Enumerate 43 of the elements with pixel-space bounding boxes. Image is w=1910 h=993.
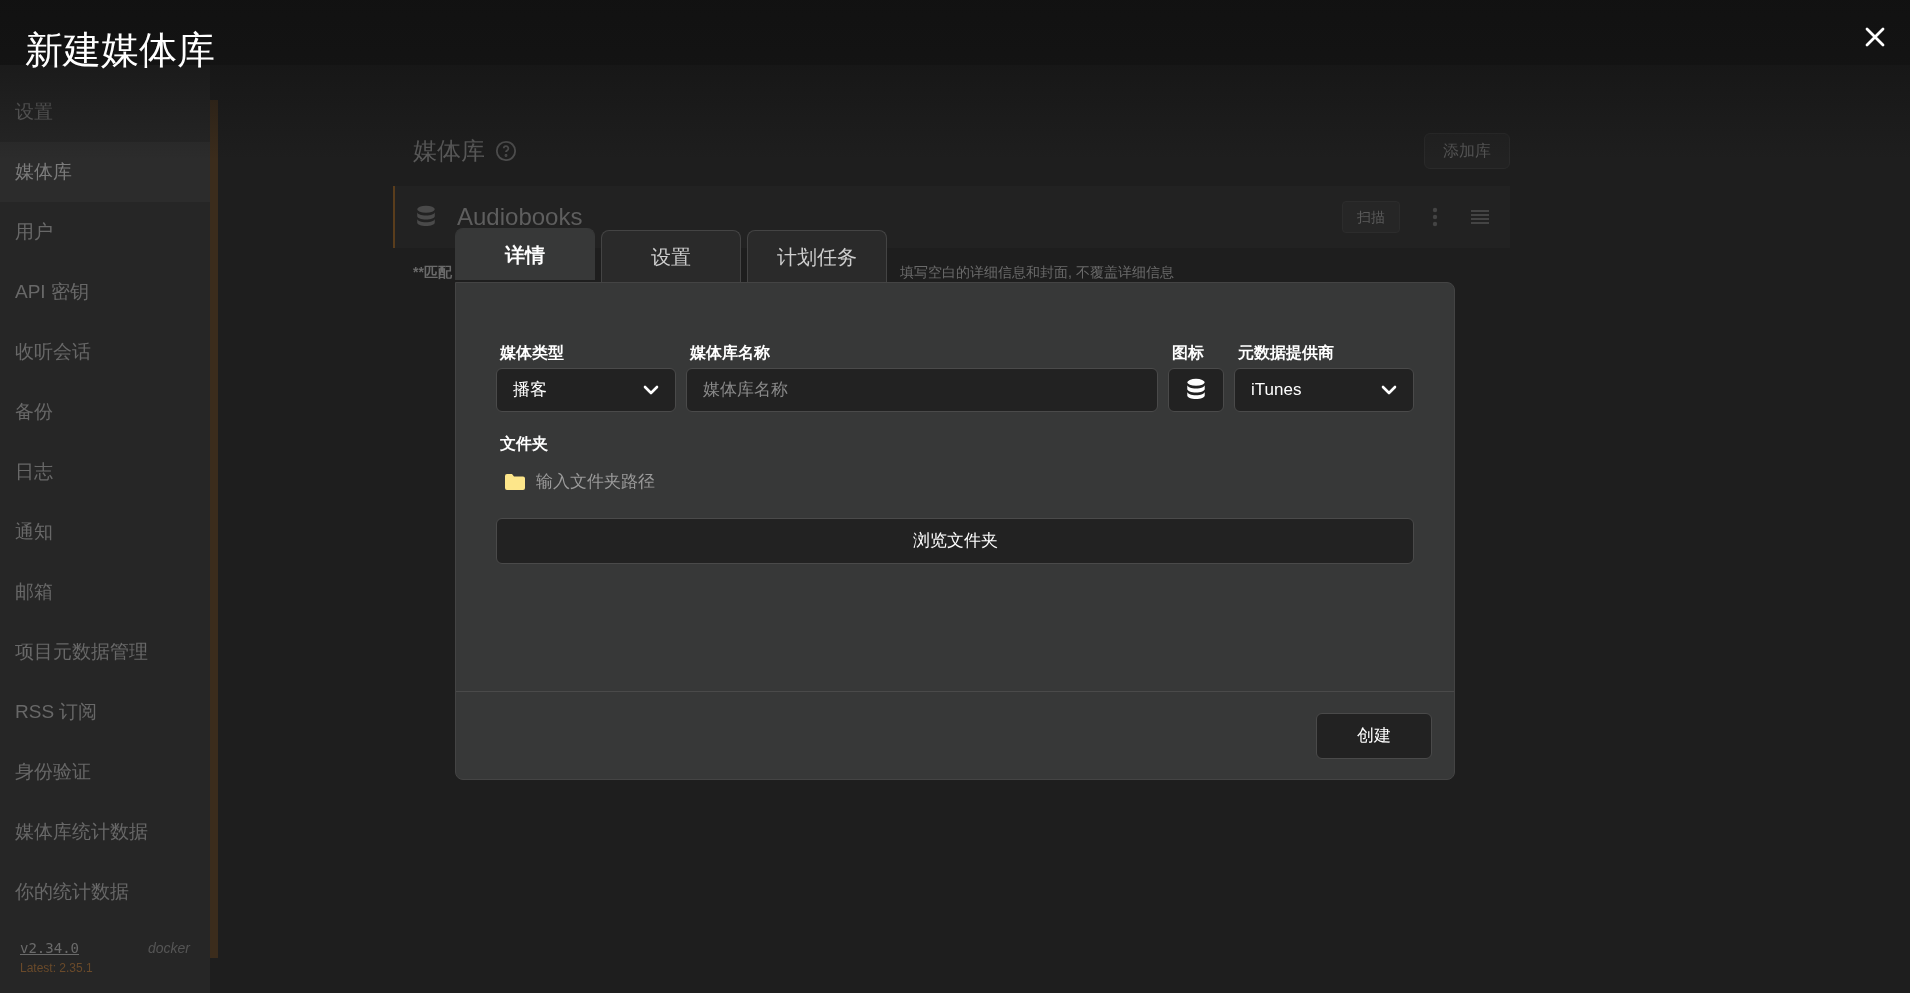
scrollbar[interactable] [210,100,218,958]
field-label: 元数据提供商 [1237,343,1335,363]
page-title: 媒体库 [413,136,485,166]
sidebar-item[interactable]: 邮箱 [0,562,210,622]
dialog-title: 新建媒体库 [25,28,215,73]
sidebar-item[interactable]: 日志 [0,442,210,502]
sidebar-item[interactable]: 备份 [0,382,210,442]
sidebar-item[interactable]: RSS 订阅 [0,682,210,742]
drag-handle-icon[interactable] [1470,209,1490,225]
folder-path-field[interactable]: 输入文件夹路径 [536,466,936,498]
icon-picker-button[interactable] [1168,368,1224,412]
version-link[interactable]: v2.34.0 [20,938,79,959]
field-label: 媒体类型 [498,343,565,363]
dialog-tab[interactable]: 计划任务 [747,230,887,282]
dialog-tab[interactable]: 详情 [455,228,595,280]
folders-label: 文件夹 [499,434,549,454]
chevron-down-icon [643,385,659,395]
latest-version: Latest: 2.35.1 [20,960,94,977]
browse-folders-button[interactable]: 浏览文件夹 [496,518,1414,564]
library-name-field[interactable]: 媒体库名称 [686,368,1158,412]
sidebar-item[interactable]: 用户 [0,202,210,262]
note-text: **匹配 [413,263,452,282]
select-dropdown[interactable]: iTunes [1234,368,1414,412]
help-icon [495,140,517,162]
field-label: 媒体库名称 [688,343,771,363]
note-text: 填写空白的详细信息和封面, 不覆盖详细信息 [899,263,1174,282]
chevron-down-icon [1381,385,1397,395]
sidebar-item[interactable]: 媒体库统计数据 [0,802,210,862]
field-label: 图标 [1171,343,1205,363]
close-icon [1865,27,1885,47]
sidebar-item[interactable]: 媒体库 [0,142,210,202]
sidebar-item[interactable]: API 密钥 [0,262,210,322]
select-dropdown[interactable]: 播客 [496,368,676,412]
sidebar-item[interactable]: 你的统计数据 [0,862,210,922]
sidebar-item[interactable]: 项目元数据管理 [0,622,210,682]
more-vertical-icon[interactable] [1432,207,1438,227]
dialog-tab[interactable]: 设置 [601,230,741,282]
sidebar-item[interactable]: 通知 [0,502,210,562]
database-icon [1185,378,1207,402]
sidebar-item[interactable]: 身份验证 [0,742,210,802]
create-button[interactable]: 创建 [1316,712,1432,759]
sidebar-item[interactable]: 收听会话 [0,322,210,382]
folder-icon [504,473,526,491]
